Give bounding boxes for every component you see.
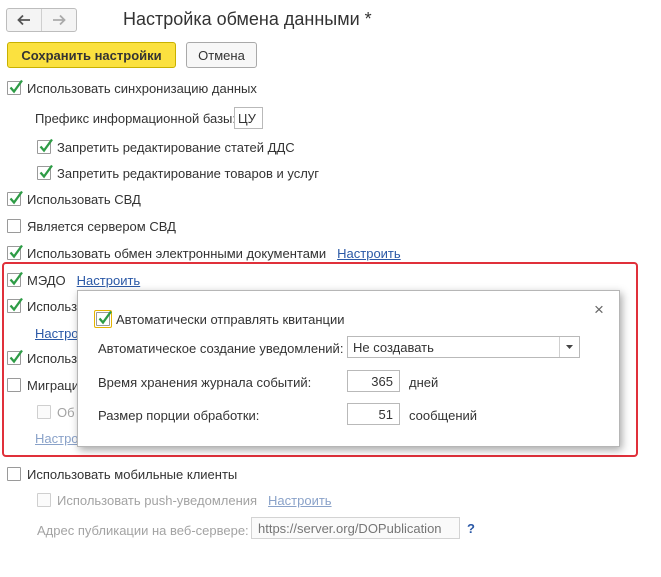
back-button[interactable] [7,9,41,31]
prefix-label: Префикс информационной базы: [35,110,237,126]
portion-size-unit: сообщений [409,408,478,423]
edo-configure-link[interactable]: Настроить [337,246,401,261]
use-mobile-row: Использовать мобильные клиенты [7,465,237,483]
navigation-buttons [6,8,77,32]
use-edo-row: Использовать обмен электронными документ… [7,244,401,262]
portion-size-label: Размер порции обработки: [98,408,260,423]
forbid-dds-label: Запретить редактирование статей ДДС [57,139,295,155]
publication-label: Адрес публикации на веб-сервере: [37,522,249,538]
push-configure-link[interactable]: Настроить [268,493,332,508]
auto-send-focus [94,310,112,328]
use-mobile-checkbox[interactable] [7,467,21,481]
checkmark-icon [39,138,53,153]
use-sync-label: Использовать синхронизацию данных [27,80,257,96]
publication-input[interactable] [251,517,460,539]
page-title: Настройка обмена данными * [123,9,372,29]
forbid-dds-checkbox[interactable] [37,138,53,154]
svd-server-checkbox[interactable] [7,219,21,233]
use-sync-row: Использовать синхронизацию данных [7,79,257,97]
auto-send-checkbox[interactable] [96,310,112,326]
forbid-goods-row: Запретить редактирование товаров и услуг [37,164,319,182]
use-edo-checkbox[interactable] [7,244,23,260]
log-retention-value: 365 [371,373,393,389]
use-sync-checkbox[interactable] [7,79,23,95]
publication-row: Адрес публикации на веб-сервере: [37,521,249,539]
arrow-left-icon [17,14,30,26]
svd-server-label: Является сервером СВД [27,218,176,234]
forbid-goods-checkbox[interactable] [37,164,53,180]
auto-notify-select[interactable]: Не создавать [347,336,580,358]
auto-notify-value: Не создавать [353,339,434,355]
cancel-button[interactable]: Отмена [186,42,257,68]
use-svd-label: Использовать СВД [27,191,141,207]
arrow-right-icon [53,14,66,26]
portion-size-input[interactable]: 51 [347,403,400,425]
auto-send-row: Автоматически отправлять квитанции [94,308,345,330]
use-mobile-label: Использовать мобильные клиенты [27,466,238,482]
forbid-goods-label: Запретить редактирование товаров и услуг [57,165,320,181]
close-icon[interactable]: × [594,301,604,318]
prefix-value: ЦУ [238,110,256,126]
save-button[interactable]: Сохранить настройки [7,42,176,68]
chevron-down-icon [566,345,573,349]
auto-notify-label: Автоматическое создание уведомлений: [98,341,344,356]
use-edo-label: Использовать обмен электронными документ… [27,245,327,261]
use-svd-row: Использовать СВД [7,190,141,208]
help-icon[interactable]: ? [467,521,475,536]
dropdown-arrow-icon[interactable] [559,337,579,357]
log-retention-unit: дней [409,375,439,390]
auto-send-label: Автоматически отправлять квитанции [116,311,345,327]
log-retention-input[interactable]: 365 [347,370,400,392]
checkmark-icon [9,79,23,94]
checkmark-icon [9,244,23,259]
prefix-input[interactable]: ЦУ [234,107,263,129]
log-retention-label: Время хранения журнала событий: [98,375,312,390]
use-push-label: Использовать push-уведомления [57,492,258,508]
checkmark-icon [9,190,23,205]
checkmark-icon [39,164,53,179]
use-push-checkbox[interactable] [37,493,51,507]
prefix-row: Префикс информационной базы: [35,109,236,127]
forbid-dds-row: Запретить редактирование статей ДДС [37,138,295,156]
svd-server-row: Является сервером СВД [7,217,176,235]
use-push-row: Использовать push-уведомления Настроить [37,491,332,509]
forward-button[interactable] [41,9,76,31]
use-svd-checkbox[interactable] [7,190,23,206]
portion-size-value: 51 [378,406,393,422]
checkmark-icon [98,310,112,325]
medo-settings-popup: × Автоматически отправлять квитанции Авт… [77,290,620,447]
